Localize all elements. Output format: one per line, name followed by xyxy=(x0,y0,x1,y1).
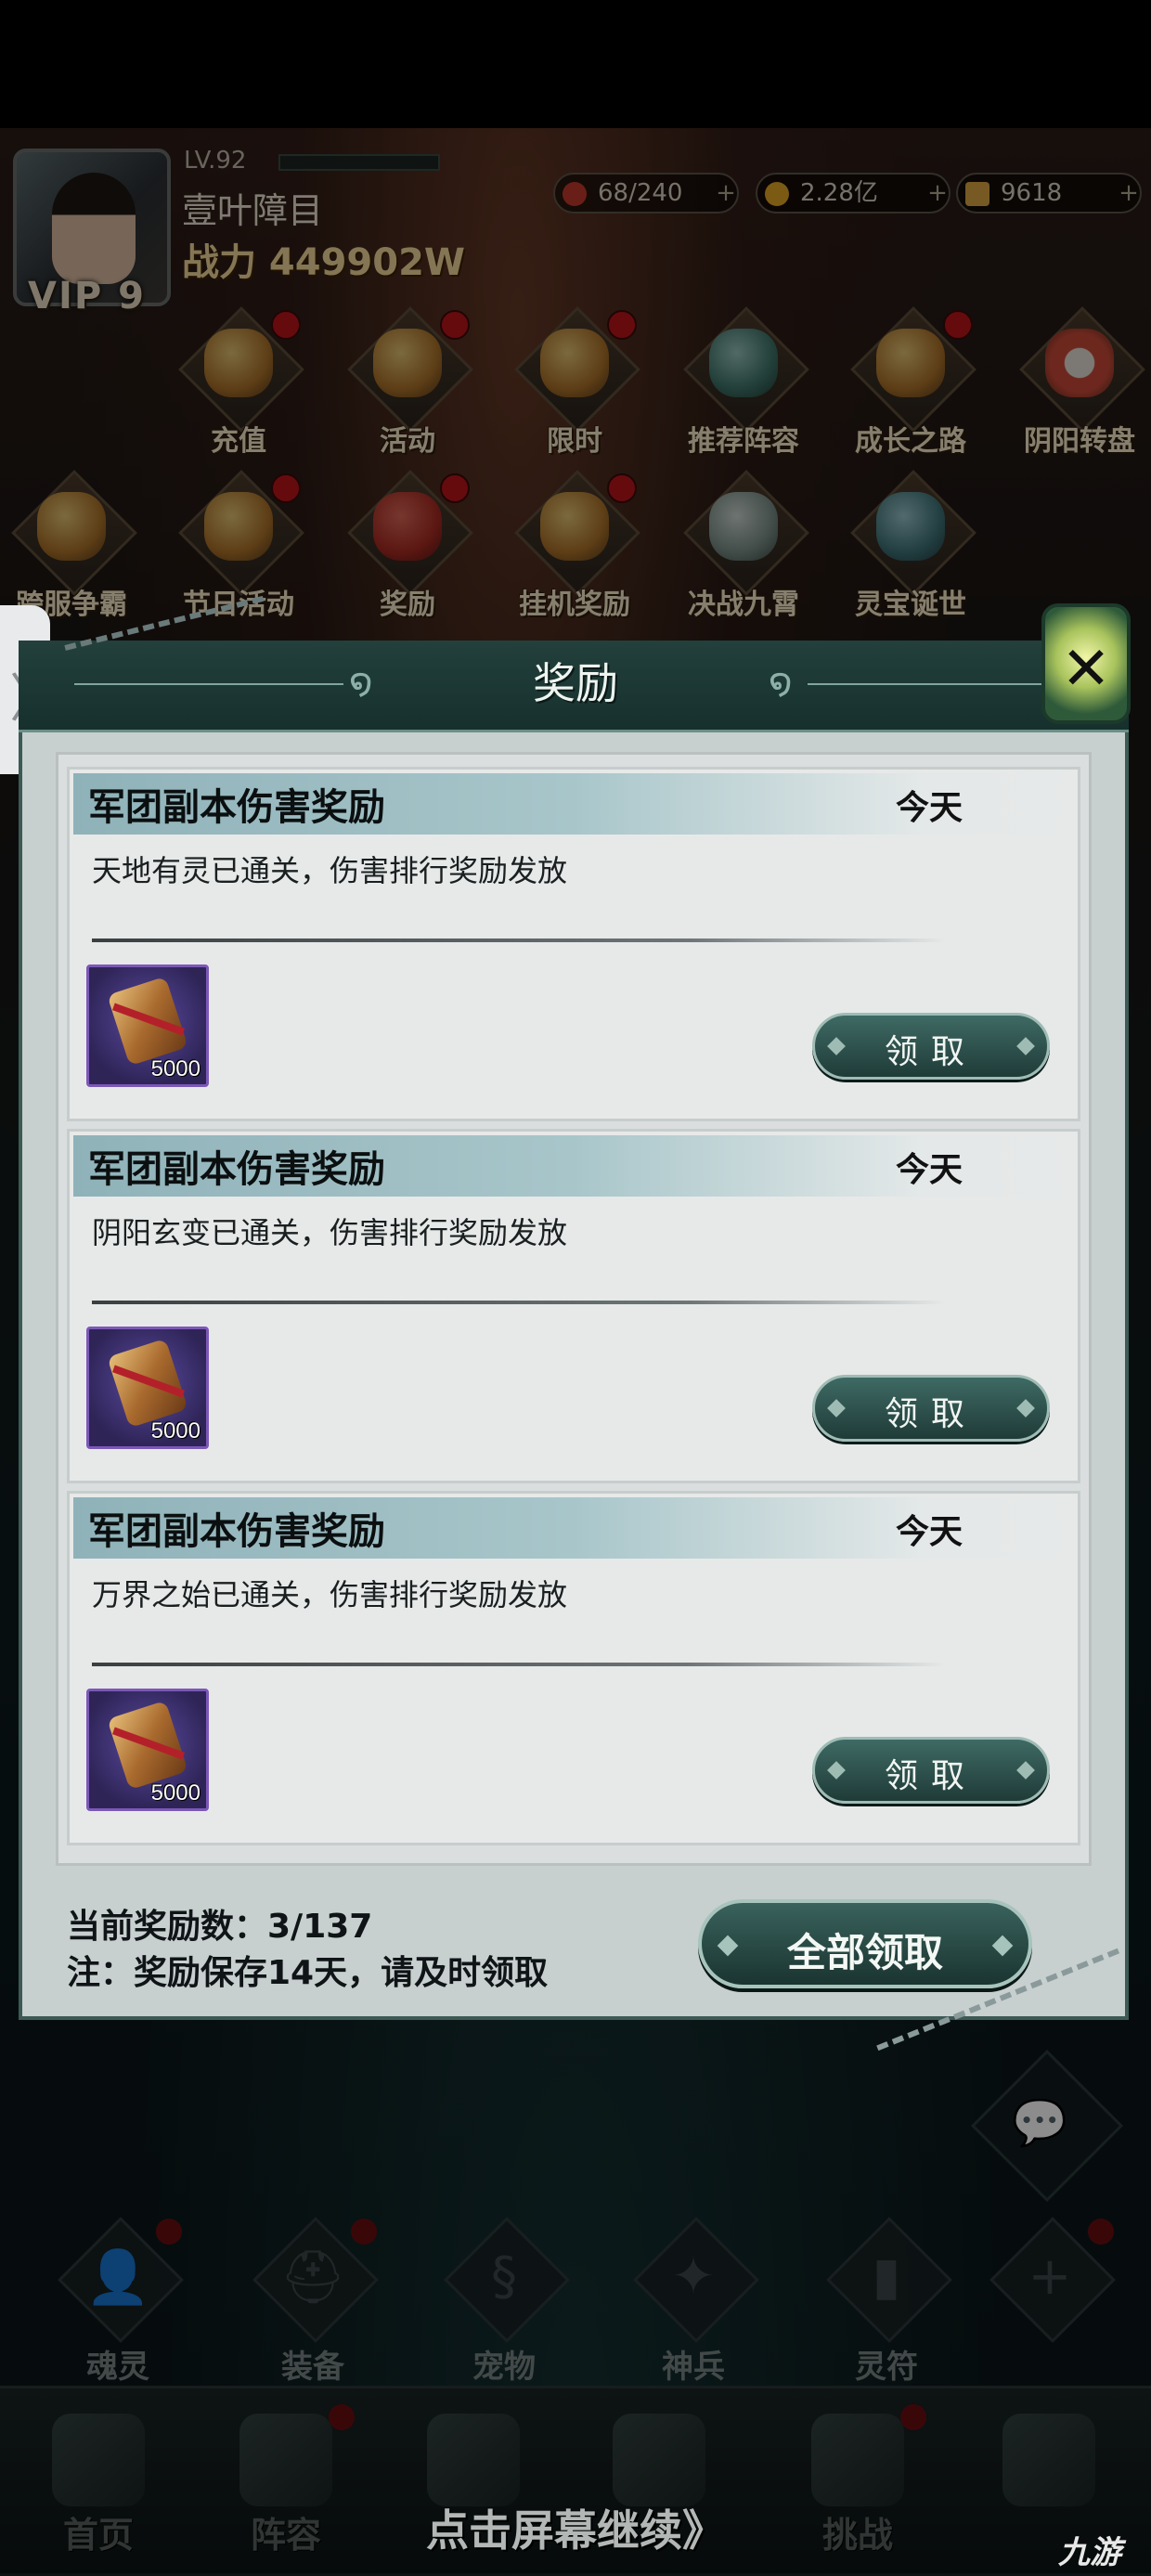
reward-title: 军团副本伤害奖励 xyxy=(88,786,385,829)
reward-date: 今天 xyxy=(896,789,963,827)
claim-all-button[interactable]: 全部领取 xyxy=(698,1899,1032,1988)
divider xyxy=(92,1301,946,1304)
claim-button[interactable]: 领取 xyxy=(812,1737,1050,1804)
watermark: 九游 xyxy=(1058,2534,1121,2571)
reward-date: 今天 xyxy=(896,1151,963,1189)
reward-description: 天地有灵已通关，伤害排行奖励发放 xyxy=(92,853,568,888)
reward-count: 当前奖励数：3/137 xyxy=(67,1908,373,1946)
close-icon: ✕ xyxy=(1061,635,1111,704)
reward-card: 军团副本伤害奖励 今天 天地有灵已通关，伤害排行奖励发放 5000 领取 xyxy=(67,767,1080,1121)
item-quantity: 5000 xyxy=(150,1418,200,1443)
top-black-band xyxy=(0,0,1151,128)
claim-all-label: 全部领取 xyxy=(786,1930,943,1975)
close-button[interactable]: ✕ xyxy=(1041,603,1131,724)
claim-button-label: 领取 xyxy=(884,1757,977,1795)
divider xyxy=(92,938,946,942)
reward-description: 阴阳玄变已通关，伤害排行奖励发放 xyxy=(92,1215,568,1250)
claim-button-label: 领取 xyxy=(884,1033,977,1071)
claim-button[interactable]: 领取 xyxy=(812,1013,1050,1080)
divider xyxy=(92,1663,946,1666)
reward-date: 今天 xyxy=(896,1513,963,1551)
item-quantity: 5000 xyxy=(150,1056,200,1081)
reward-item[interactable]: 5000 xyxy=(86,1327,209,1449)
reward-title: 军团副本伤害奖励 xyxy=(88,1148,385,1191)
item-quantity: 5000 xyxy=(150,1780,200,1806)
claim-button[interactable]: 领取 xyxy=(812,1375,1050,1442)
header-divider-right xyxy=(808,683,1049,685)
modal-title: 奖励 xyxy=(533,658,618,708)
reward-item[interactable]: 5000 xyxy=(86,964,209,1087)
tap-to-continue[interactable]: 点击屏幕继续》 xyxy=(0,2497,1151,2558)
swirl-ornament-icon: ໑ xyxy=(349,661,373,704)
reward-description: 万界之始已通关，伤害排行奖励发放 xyxy=(92,1577,568,1612)
reward-note: 注：奖励保存14天，请及时领取 xyxy=(67,1954,549,1992)
reward-card: 军团副本伤害奖励 今天 阴阳玄变已通关，伤害排行奖励发放 5000 领取 xyxy=(67,1129,1080,1483)
reward-item[interactable]: 5000 xyxy=(86,1689,209,1811)
reward-title: 军团副本伤害奖励 xyxy=(88,1510,385,1553)
swirl-ornament-icon: ໑ xyxy=(769,661,793,704)
header-divider-left xyxy=(74,683,343,685)
reward-card: 军团副本伤害奖励 今天 万界之始已通关，伤害排行奖励发放 5000 领取 xyxy=(67,1491,1080,1845)
claim-button-label: 领取 xyxy=(884,1395,977,1433)
